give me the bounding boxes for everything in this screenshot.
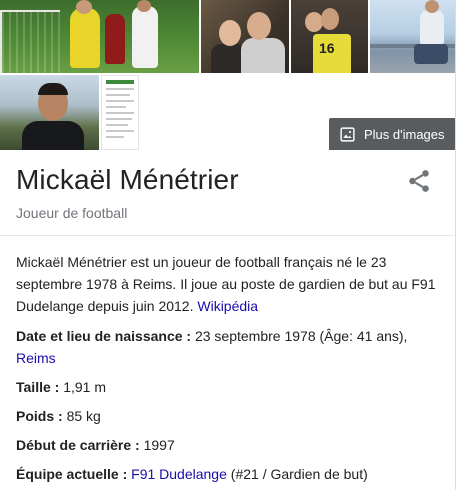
entity-title: Mickaël Ménétrier	[16, 164, 239, 195]
entity-subtitle: Joueur de football	[16, 205, 128, 221]
fact-value: 85 kg	[66, 408, 101, 424]
image-football-match[interactable]	[0, 0, 199, 73]
fact-weight: Poids : 85 kg	[16, 405, 439, 427]
image-jersey-presentation[interactable]: 16	[291, 0, 368, 73]
image-document[interactable]	[101, 75, 139, 150]
fact-label: Équipe actuelle :	[16, 466, 132, 482]
fact-birth: Date et lieu de naissance : 23 septembre…	[16, 325, 439, 369]
fact-career-start: Début de carrière : 1997	[16, 434, 439, 456]
fact-label: Taille :	[16, 379, 64, 395]
more-images-button[interactable]: Plus d'images	[329, 118, 455, 150]
share-icon[interactable]	[406, 168, 432, 194]
entity-header: Mickaël Ménétrier Joueur de football	[0, 150, 455, 236]
wikipedia-link[interactable]: Wikipédia	[197, 298, 258, 314]
image-couple-with-child[interactable]	[201, 0, 289, 73]
knowledge-panel: 16 Plus d'images Mickaël Ménétrier Joueu…	[0, 0, 456, 490]
fact-link-reims[interactable]: Reims	[16, 350, 56, 366]
fact-height: Taille : 1,91 m	[16, 376, 439, 398]
image-seaside[interactable]	[370, 0, 455, 73]
jersey-number: 16	[319, 40, 335, 56]
fact-suffix: (#21 / Gardien de but)	[226, 466, 368, 482]
fact-label: Poids :	[16, 408, 67, 424]
fact-label: Date et lieu de naissance :	[16, 328, 195, 344]
fact-link-team[interactable]: F91 Dudelange	[131, 466, 227, 482]
fact-value: 1997	[143, 437, 175, 453]
fact-value: 1,91 m	[63, 379, 107, 395]
image-mosaic: 16 Plus d'images	[0, 0, 455, 150]
more-images-label: Plus d'images	[364, 126, 445, 142]
entity-description: Mickaël Ménétrier est un joueur de footb…	[0, 236, 455, 317]
image-portrait[interactable]	[0, 75, 99, 150]
fact-current-team: Équipe actuelle : F91 Dudelange (#21 / G…	[16, 463, 439, 485]
fact-label: Début de carrière :	[16, 437, 144, 453]
image-icon	[340, 126, 355, 142]
facts-list: Date et lieu de naissance : 23 septembre…	[0, 325, 455, 485]
fact-value: 23 septembre 1978 (Âge: 41 ans),	[194, 328, 408, 344]
